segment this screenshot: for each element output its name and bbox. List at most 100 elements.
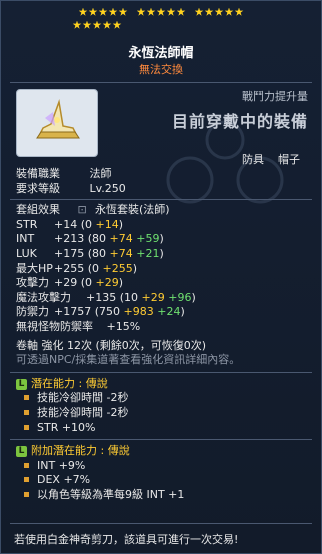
stat-starforce-bonus: +59: [136, 232, 160, 246]
stat-row: INT +213 (80 +74 +59): [16, 232, 164, 246]
stat-row: STR +14 (0 +14): [16, 217, 124, 231]
potential-header: L 潛在能力 : 傳說: [16, 377, 312, 392]
enhance-hint: 可透過NPC/採集道著查看強化資訊詳細內容。: [16, 353, 241, 367]
potential-title: 潛在能力 : 傳說: [31, 376, 108, 390]
bullet-icon: [24, 409, 29, 415]
ignore-defense-row: 無視怪物防禦率 +15%: [16, 319, 141, 333]
stat-row: 防禦力 +1757 (750 +983 +24): [16, 305, 185, 319]
stat-label: INT: [16, 232, 35, 246]
stat-bonus: +14: [95, 217, 119, 231]
bonus-potential-line: DEX +7%: [16, 473, 312, 488]
job-row: 裝備職業 法師: [16, 167, 112, 180]
star-icon: [92, 20, 102, 29]
star-icon: [118, 7, 128, 16]
stat-total: +175: [54, 246, 85, 260]
bullet-icon: [24, 424, 29, 430]
star-icon: [146, 7, 156, 16]
stat-bonus: +29: [95, 276, 119, 290]
star-icon: [176, 7, 186, 16]
divider: [10, 199, 312, 201]
star-icon: [156, 7, 166, 16]
stat-total: +135: [86, 290, 117, 304]
potential-line: 技能冷卻時間 -2秒: [16, 391, 312, 406]
lock-icon: ⊡: [77, 203, 87, 217]
stat-row: LUK +175 (80 +74 +21): [16, 246, 164, 260]
legendary-badge-icon: L: [16, 378, 27, 390]
set-effect-row[interactable]: 套組效果 ⊡ 永恆套裝(法師): [16, 203, 312, 218]
level-row: 要求等級 Lv.250: [16, 181, 126, 195]
stat-label: LUK: [16, 246, 37, 260]
legendary-badge-icon: L: [16, 445, 27, 457]
stat-flame-bonus: +74: [109, 232, 133, 246]
stat-base: 80: [92, 232, 107, 246]
category-armor: 防具: [242, 153, 264, 166]
star-icon: [108, 7, 118, 16]
divider: [10, 82, 312, 83]
stat-row: 最大HP+255 (0 +255): [16, 261, 138, 275]
star-force-rating: [0, 6, 322, 32]
star-icon: [234, 7, 244, 16]
stat-base: 10: [124, 290, 139, 304]
stat-base: 80: [92, 246, 107, 260]
star-icon: [78, 7, 88, 16]
item-details: 裝備職業 法師 要求等級 Lv.250 套組效果 ⊡ 永恆套裝(法師) STR +…: [10, 167, 312, 503]
stat-flame-bonus: +74: [109, 246, 133, 260]
item-tooltip: 永恆法師帽 無法交換 戰鬥力提升量 目前穿戴中的裝備 防具 帽子 裝備職業 法師…: [0, 0, 322, 554]
wizard-hat-icon: [36, 99, 80, 139]
power-increase-label: 戰鬥力提升量: [242, 90, 308, 103]
equipped-label: 目前穿戴中的裝備: [171, 112, 308, 131]
divider: [10, 523, 312, 524]
star-icon: [204, 7, 214, 16]
stat-list: STR +14 (0 +14) INT +213 (80 +74 +59) LUK +17…: [16, 218, 312, 320]
star-icon: [102, 20, 112, 29]
bonus-potential-header: L 附加潛在能力 : 傳說: [16, 444, 312, 459]
item-icon-frame: [16, 89, 98, 157]
stat-base: 0: [85, 217, 93, 231]
star-icon: [194, 7, 204, 16]
stat-row: 魔法攻擊力 +135 (10 +29 +96): [16, 290, 196, 304]
stat-label: STR: [16, 217, 38, 231]
stat-starforce-bonus: +24: [157, 305, 181, 319]
category-hat: 帽子: [278, 153, 300, 166]
stat-total: +1757: [54, 305, 92, 319]
stat-label: 攻擊力: [16, 276, 49, 290]
stat-total: +213: [54, 232, 85, 246]
stat-label: 最大HP: [16, 261, 53, 275]
potential-line: STR +10%: [16, 421, 312, 436]
potential-line: 技能冷卻時間 -2秒: [16, 406, 312, 421]
stat-base: 750: [99, 305, 121, 319]
bonus-potential-title: 附加潛在能力 : 傳說: [31, 444, 130, 458]
star-icon: [72, 20, 82, 29]
bonus-potential-line: INT +9%: [16, 459, 312, 474]
stat-starforce-bonus: +96: [168, 290, 192, 304]
star-icon: [224, 7, 234, 16]
divider: [10, 371, 312, 373]
bullet-icon: [24, 395, 29, 401]
trade-status: 無法交換: [139, 63, 183, 76]
star-icon: [88, 7, 98, 16]
star-icon: [112, 20, 122, 29]
stat-base: 0: [85, 276, 93, 290]
bullet-icon: [24, 462, 29, 468]
stat-total: +14: [54, 217, 78, 231]
stat-label: 魔法攻擊力: [16, 290, 71, 304]
divider: [10, 439, 312, 441]
star-icon: [214, 7, 224, 16]
bonus-potential-line: 以角色等級為準每9級 INT +1: [16, 488, 312, 503]
upgrade-row: 卷軸 強化 12次 (剩餘0次，可恢復0次): [16, 338, 207, 352]
star-icon: [136, 7, 146, 16]
item-name: 永恆法師帽: [128, 46, 194, 61]
stat-flame-bonus: +983: [123, 305, 154, 319]
star-icon: [98, 7, 108, 16]
stat-label: 防禦力: [16, 305, 49, 319]
stat-total: +255: [54, 261, 85, 275]
bullet-icon: [24, 491, 29, 497]
trade-notice: 若使用白金神奇剪刀，該道具可進行一次交易!: [14, 533, 239, 546]
stat-starforce-bonus: +21: [136, 246, 160, 260]
stat-base: 0: [92, 261, 100, 275]
star-icon: [82, 20, 92, 29]
stat-total: +29: [54, 276, 78, 290]
star-icon: [166, 7, 176, 16]
bullet-icon: [24, 477, 29, 483]
stat-row: 攻擊力 +29 (0 +29): [16, 276, 124, 290]
